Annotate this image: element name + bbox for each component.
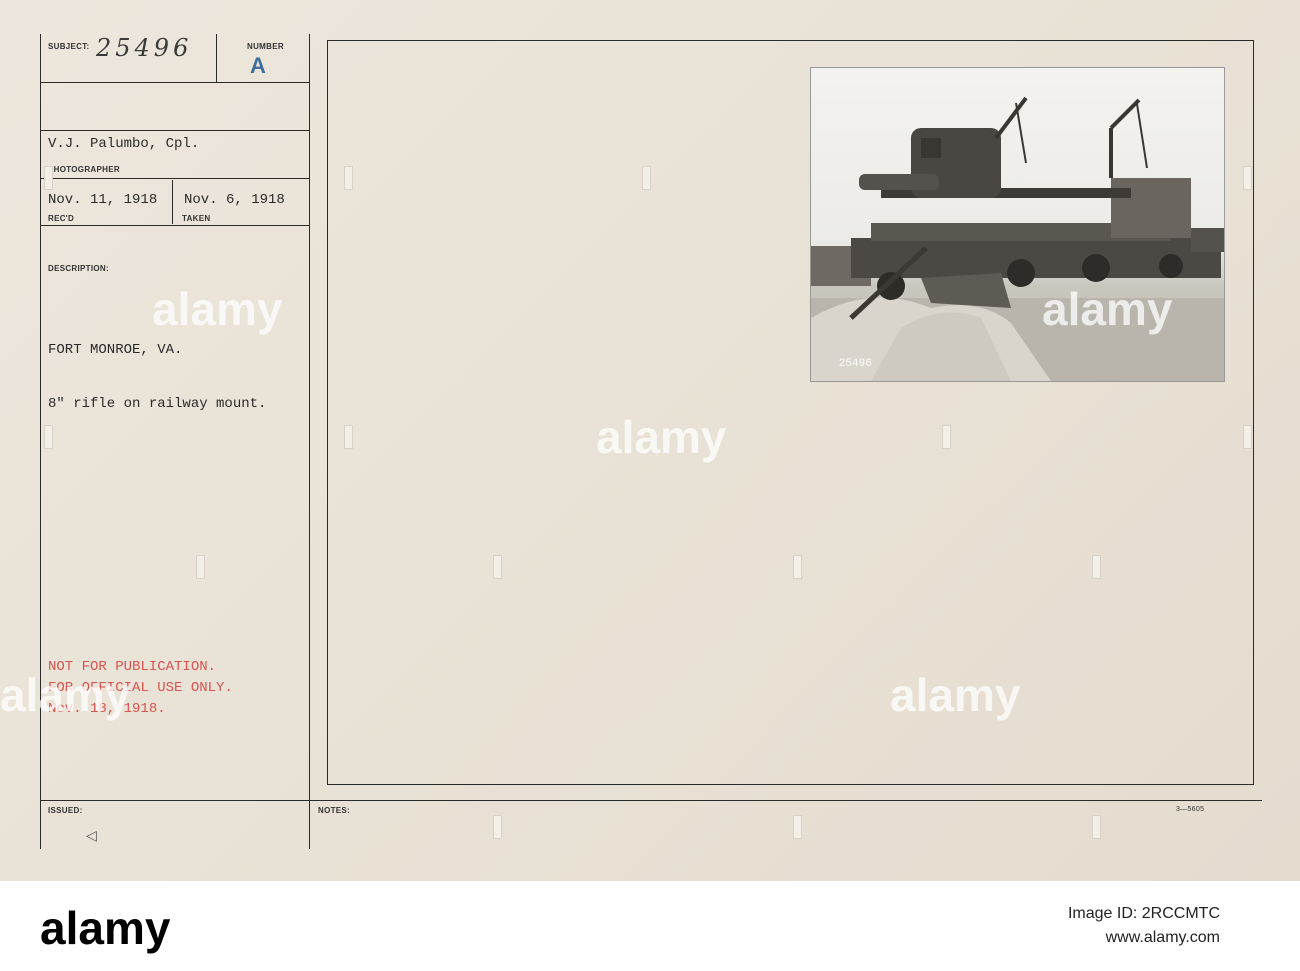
column-divider — [309, 34, 310, 849]
tick-mark — [44, 425, 53, 449]
tick-mark — [1243, 166, 1252, 190]
rule-under-subject — [40, 82, 310, 83]
number-label: NUMBER — [247, 42, 284, 51]
tick-mark — [1092, 815, 1101, 839]
negative-number: 25496 — [839, 357, 873, 369]
watermark: alamy — [0, 669, 131, 721]
alamy-logo: alamy — [40, 902, 171, 954]
tick-mark — [196, 555, 205, 579]
tick-mark — [793, 555, 802, 579]
watermark: alamy — [890, 669, 1021, 721]
watermark: alamy — [1042, 283, 1173, 335]
subject-value: 25496 — [96, 34, 193, 62]
tick-mark — [344, 166, 353, 190]
image-id: Image ID: 2RCCMTC — [1067, 905, 1220, 922]
tick-mark — [344, 425, 353, 449]
watermark: alamy — [596, 411, 727, 463]
number-value: A — [250, 53, 266, 78]
footer-url: www.alamy.com — [1105, 929, 1220, 946]
photographer-name: V.J. Palumbo, Cpl. — [48, 136, 200, 152]
issued-label: ISSUED: — [48, 806, 83, 815]
tick-mark — [44, 166, 53, 190]
tick-mark — [1243, 425, 1252, 449]
triangle-icon: ◁ — [86, 828, 97, 844]
tick-mark — [942, 425, 951, 449]
rule-above-photographer — [40, 130, 310, 131]
archive-card: SUBJECT: 25496 NUMBER A V.J. Palumbo, Cp… — [0, 0, 1300, 881]
rule-above-notes — [40, 800, 1262, 801]
description-location: FORT MONROE, VA. — [48, 342, 183, 358]
subject-number-divider — [216, 34, 217, 82]
rule-under-dates — [40, 225, 310, 226]
tick-mark — [493, 815, 502, 839]
rule-under-photographer — [40, 178, 310, 179]
received-date: Nov. 11, 1918 — [48, 192, 158, 208]
stock-footer: alamy Image ID: 2RCCMTC www.alamy.com — [0, 881, 1300, 971]
subject-label: SUBJECT: — [48, 42, 90, 51]
taken-label: TAKEN — [182, 214, 211, 223]
tick-mark — [493, 555, 502, 579]
taken-date: Nov. 6, 1918 — [184, 192, 285, 208]
photographer-label: PHOTOGRAPHER — [48, 165, 120, 174]
tick-mark — [793, 815, 802, 839]
date-divider — [172, 180, 173, 224]
tick-mark — [1092, 555, 1101, 579]
description-label: DESCRIPTION: — [48, 264, 109, 273]
notes-label: NOTES: — [318, 806, 351, 815]
tick-mark — [642, 166, 651, 190]
form-number: 3—5605 — [1176, 806, 1205, 813]
received-label: REC'D — [48, 214, 75, 223]
left-border — [40, 34, 41, 849]
watermark: alamy — [152, 283, 283, 335]
description-text: 8" rifle on railway mount. — [48, 396, 267, 412]
